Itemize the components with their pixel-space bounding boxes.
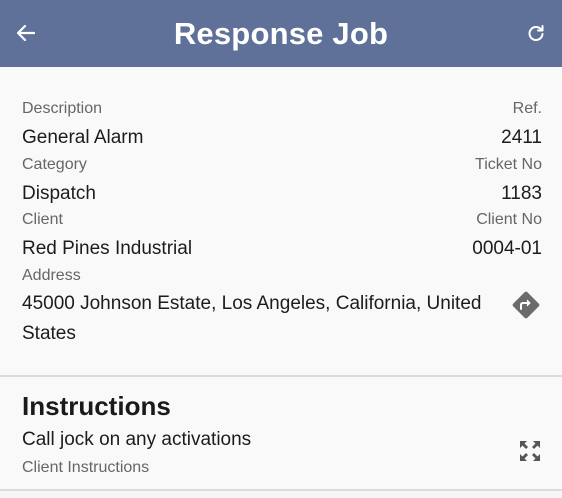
instructions-text: Call jock on any activations bbox=[22, 429, 252, 450]
instructions-section: Instructions Call jock on any activation… bbox=[0, 377, 562, 489]
address-value: 45000 Johnson Estate, Los Angeles, Calif… bbox=[22, 293, 482, 344]
client-no-value: 0004-01 bbox=[472, 238, 542, 259]
job-details: Description Ref. General Alarm 2411 Cate… bbox=[0, 67, 562, 375]
description-label: Description bbox=[22, 100, 103, 117]
instructions-heading: Instructions bbox=[22, 391, 171, 421]
address-label: Address bbox=[22, 267, 81, 284]
bottom-divider bbox=[0, 489, 562, 491]
expand-button[interactable] bbox=[516, 437, 544, 465]
directions-button[interactable] bbox=[510, 289, 542, 321]
client-label: Client bbox=[22, 211, 63, 228]
back-button[interactable] bbox=[9, 16, 43, 50]
app-header: Response Job bbox=[0, 0, 562, 67]
ref-value: 2411 bbox=[501, 127, 542, 148]
ticket-label: Ticket No bbox=[475, 156, 542, 173]
description-value: General Alarm bbox=[22, 127, 144, 148]
category-label: Category bbox=[22, 156, 87, 173]
ticket-value: 1183 bbox=[501, 183, 542, 204]
category-value: Dispatch bbox=[22, 183, 96, 204]
refresh-button[interactable] bbox=[519, 16, 553, 50]
directions-icon bbox=[512, 291, 540, 319]
client-value: Red Pines Industrial bbox=[22, 238, 193, 259]
instructions-subtext: Client Instructions bbox=[22, 459, 150, 476]
expand-icon bbox=[520, 441, 540, 461]
refresh-icon bbox=[528, 25, 544, 41]
client-no-label: Client No bbox=[476, 211, 542, 228]
page-title: Response Job bbox=[173, 15, 389, 51]
arrow-left-icon bbox=[17, 25, 35, 41]
ref-label: Ref. bbox=[512, 100, 542, 117]
